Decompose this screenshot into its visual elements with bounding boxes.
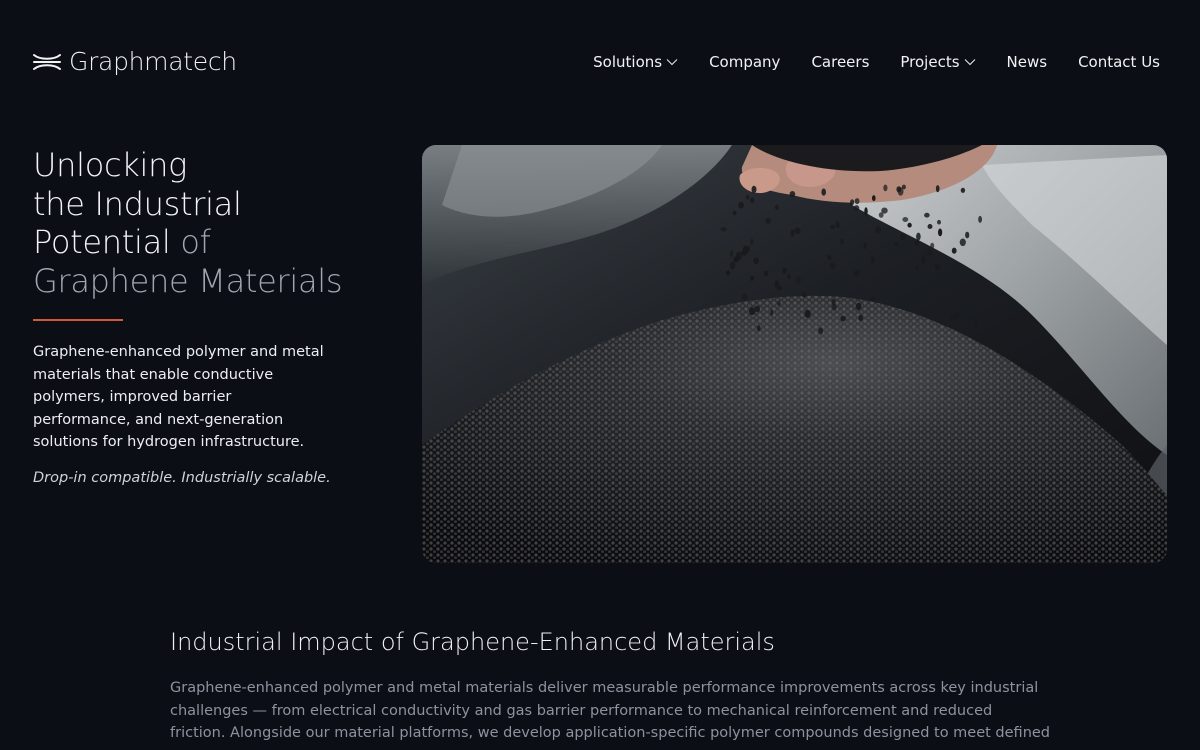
- nav-item-careers[interactable]: Careers: [811, 53, 869, 71]
- hero-title-line: the Industrial: [33, 184, 242, 223]
- hero-title-line: Unlocking: [33, 146, 187, 184]
- site-header: Graphmatech Solutions Company Careers Pr…: [0, 0, 1200, 128]
- hero-image: [422, 145, 1167, 563]
- hero-description: Graphene-enhanced polymer and metal mate…: [33, 344, 324, 450]
- wave-lines-icon: [33, 53, 61, 70]
- chevron-down-icon: [666, 59, 678, 66]
- accent-divider: [33, 319, 123, 321]
- impact-section-title: Industrial Impact of Graphene-Enhanced M…: [170, 628, 775, 656]
- brand-logo[interactable]: Graphmatech: [33, 47, 237, 76]
- nav-item-projects[interactable]: Projects: [900, 53, 975, 71]
- hero-title: Unlocking the Industrial Potential of Gr…: [33, 146, 393, 300]
- nav-item-news[interactable]: News: [1007, 53, 1048, 71]
- nav-item-label: Company: [709, 53, 781, 71]
- hero-title-line-muted: of: [180, 223, 211, 261]
- hero-title-line: Potential: [33, 223, 171, 261]
- nav-item-label: Careers: [811, 53, 870, 71]
- nav-item-label: Projects: [900, 53, 960, 71]
- main-nav: Solutions Company Careers Projects News …: [593, 53, 1160, 71]
- nav-item-company[interactable]: Company: [709, 53, 780, 71]
- hero-title-line-muted: Graphene Materials: [33, 261, 343, 300]
- granules-photo: [422, 145, 1167, 563]
- brand-name: Graphmatech: [69, 47, 237, 76]
- nav-item-solutions[interactable]: Solutions: [593, 53, 678, 71]
- impact-section-body: Graphene-enhanced polymer and metal mate…: [170, 680, 1051, 741]
- nav-item-label: Solutions: [593, 53, 663, 71]
- nav-item-label: Contact Us: [1078, 53, 1160, 71]
- hero-tagline: Drop-in compatible. Industrially scalabl…: [33, 470, 331, 486]
- nav-item-label: News: [1006, 53, 1048, 71]
- chevron-down-icon: [964, 59, 975, 66]
- nav-item-contact-us[interactable]: Contact Us: [1078, 53, 1160, 71]
